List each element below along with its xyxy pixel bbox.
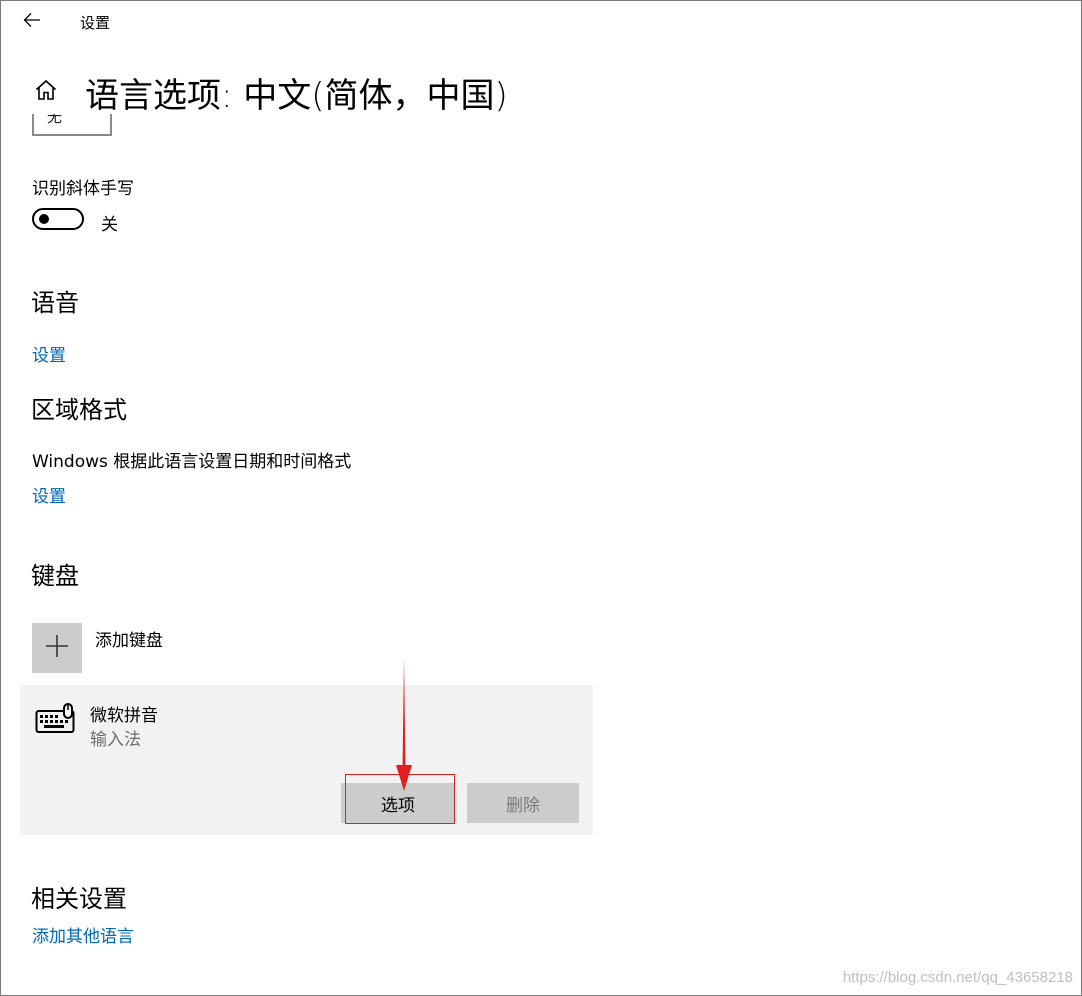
handwriting-label: 识别斜体手写 [32,179,134,199]
keyboard-heading: 键盘 [31,562,79,590]
clipped-dropdown[interactable]: 无 [32,114,112,136]
watermark: https://blog.csdn.net/qq_43658218 [842,969,1073,986]
annotation-arrow [396,657,412,791]
remove-button[interactable]: 删除 [467,783,579,823]
speech-heading: 语音 [31,289,79,317]
handwriting-toggle[interactable] [32,208,84,230]
toggle-knob [39,214,49,224]
back-button[interactable] [15,7,49,37]
add-language-link[interactable]: 添加其他语言 [32,922,134,947]
page-title: 语言选项: 中文(简体，中国) [85,76,508,116]
home-button[interactable] [29,75,63,109]
keyboard-item-panel[interactable]: 微软拼音 输入法 选项 删除 [20,685,593,835]
clipped-dropdown-value: 无 [47,114,63,126]
region-settings-link[interactable]: 设置 [32,482,66,507]
arrow-left-icon [23,12,41,32]
app-title: 设置 [80,14,111,32]
handwriting-toggle-state: 关 [101,215,118,235]
speech-settings-link[interactable]: 设置 [32,341,66,366]
keyboard-item-name: 微软拼音 [90,706,158,726]
region-heading: 区域格式 [31,396,127,424]
region-description: Windows 根据此语言设置日期和时间格式 [32,452,352,472]
home-icon [34,78,58,106]
add-keyboard-label[interactable]: 添加键盘 [95,626,163,651]
keyboard-item-type: 输入法 [90,730,141,750]
plus-icon [45,634,69,662]
keyboard-icon [35,703,77,739]
add-keyboard-button[interactable] [32,623,82,673]
related-heading: 相关设置 [31,885,127,913]
settings-window: 设置 语言选项: 中文(简体，中国) 无 识别斜体手写 关 语音 设置 区域格式… [0,0,1082,996]
